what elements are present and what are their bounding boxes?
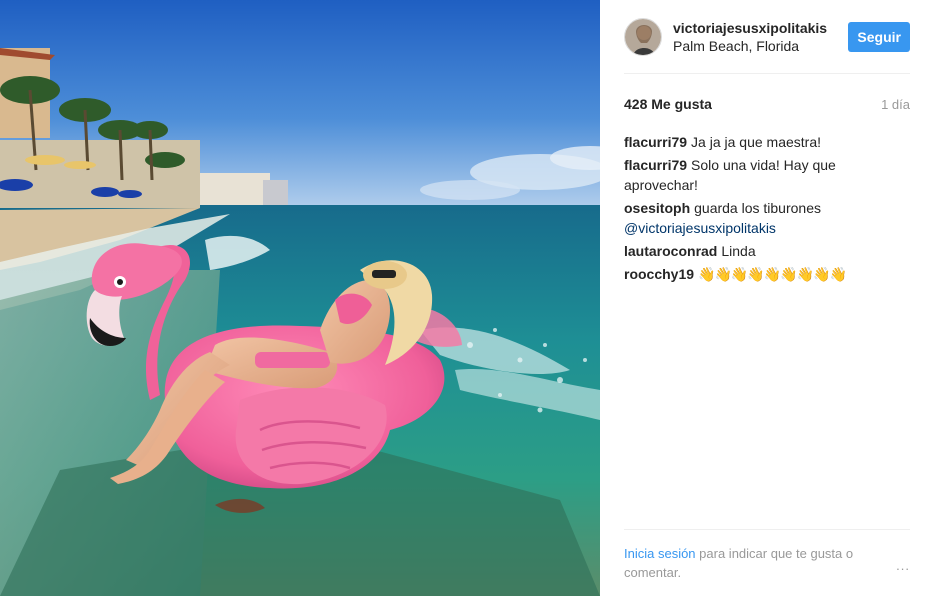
comment-text: Linda xyxy=(721,243,756,259)
likes-count[interactable]: 428 Me gusta xyxy=(624,96,712,112)
avatar[interactable] xyxy=(624,17,662,56)
comment-item: flacurri79 Ja ja ja que maestra! xyxy=(624,132,910,152)
comment-text: 👋👋👋👋👋👋👋👋👋 xyxy=(698,266,847,282)
follow-button[interactable]: Seguir xyxy=(848,21,910,52)
comment-text: Ja ja ja que maestra! xyxy=(691,134,822,150)
comment-item: lautaroconrad Linda xyxy=(624,241,910,261)
comment-author[interactable]: roocchy19 xyxy=(624,266,694,282)
more-options-icon[interactable]: ... xyxy=(896,558,910,573)
post-header: victoriajesusxipolitakis Palm Beach, Flo… xyxy=(624,0,910,74)
post-author-info: victoriajesusxipolitakis Palm Beach, Flo… xyxy=(673,19,848,55)
comment-mention-link[interactable]: @victoriajesusxipolitakis xyxy=(624,220,776,236)
comment-author[interactable]: osesitoph xyxy=(624,200,690,216)
login-link[interactable]: Inicia sesión xyxy=(624,546,696,561)
comment-item: osesitoph guarda los tiburones @victoriaje… xyxy=(624,198,910,238)
instagram-post: victoriajesusxipolitakis Palm Beach, Flo… xyxy=(0,0,932,596)
comment-text: guarda los tiburones xyxy=(694,200,821,216)
post-photo[interactable] xyxy=(0,0,600,596)
comment-author[interactable]: flacurri79 xyxy=(624,157,687,173)
beach-flamingo-image xyxy=(0,0,600,596)
comment-author[interactable]: lautaroconrad xyxy=(624,243,717,259)
avatar-image xyxy=(625,18,661,55)
comments-list: flacurri79 Ja ja ja que maestra! flacurri… xyxy=(624,132,910,284)
post-footer: Inicia sesión para indicar que te gusta … xyxy=(624,529,910,582)
post-details-panel: victoriajesusxipolitakis Palm Beach, Flo… xyxy=(600,0,932,596)
post-timestamp[interactable]: 1 día xyxy=(881,97,910,112)
post-location-link[interactable]: Palm Beach, Florida xyxy=(673,37,848,55)
post-username-link[interactable]: victoriajesusxipolitakis xyxy=(673,19,848,37)
login-prompt: Inicia sesión para indicar que te gusta … xyxy=(624,544,886,582)
comment-author[interactable]: flacurri79 xyxy=(624,134,687,150)
comment-item: roocchy19 👋👋👋👋👋👋👋👋👋 xyxy=(624,264,910,284)
post-stats: 428 Me gusta 1 día xyxy=(624,74,910,132)
comment-item: flacurri79 Solo una vida! Hay que aprovec… xyxy=(624,155,910,195)
